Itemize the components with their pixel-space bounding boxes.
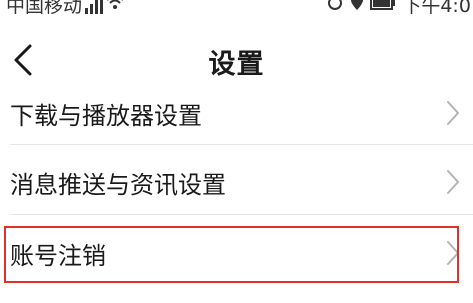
battery-icon: [370, 0, 396, 16]
signal-icon: [85, 0, 104, 14]
page-title: 设置: [208, 49, 265, 80]
settings-row-push-news[interactable]: 消息推送与资讯设置: [0, 147, 473, 217]
status-time: 下午4:07: [402, 0, 473, 16]
settings-row-account-deletion[interactable]: 账号注销: [0, 218, 473, 288]
chevron-right-icon: [445, 239, 461, 267]
status-right: 下午4:07: [326, 0, 473, 16]
divider: [10, 144, 473, 145]
chevron-right-icon: [445, 168, 461, 196]
status-bar: 中国移动 下午4:07: [0, 0, 473, 16]
wifi-icon: [106, 0, 124, 15]
divider: [10, 214, 473, 215]
carrier-name: 中国移动: [6, 0, 83, 16]
chevron-right-icon: [445, 99, 461, 127]
settings-row-download-player[interactable]: 下载与播放器设置: [0, 78, 473, 148]
settings-row-label: 消息推送与资讯设置: [10, 170, 226, 199]
settings-row-label: 账号注销: [10, 241, 106, 270]
location-icon: [350, 0, 364, 16]
alarm-icon: [326, 0, 344, 16]
settings-row-label: 下载与播放器设置: [10, 101, 202, 130]
status-left: 中国移动: [6, 0, 124, 16]
